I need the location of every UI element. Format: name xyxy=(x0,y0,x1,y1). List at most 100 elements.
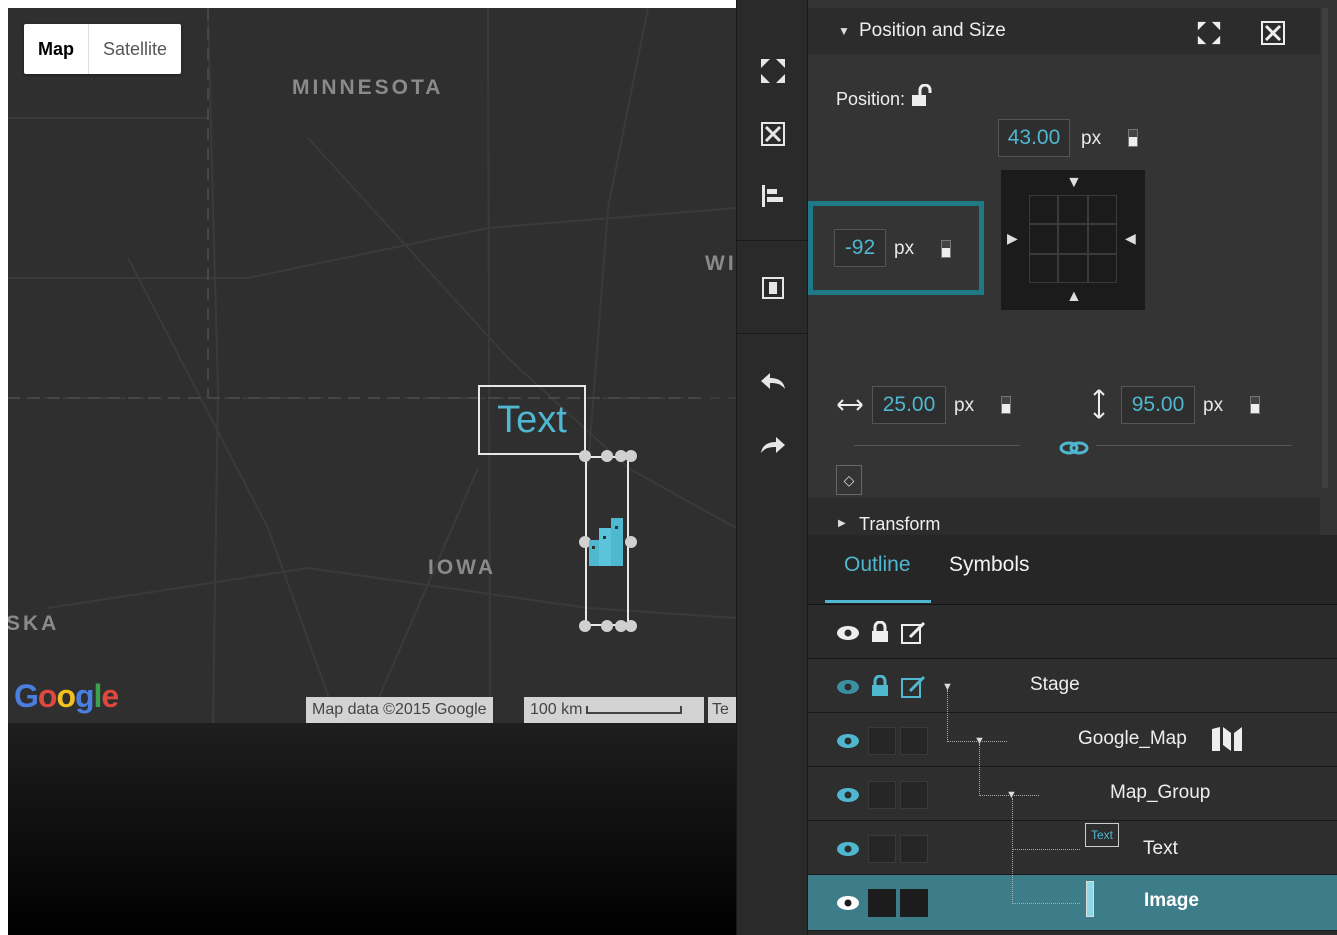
map-type-satellite-button[interactable]: Satellite xyxy=(89,24,181,74)
lock-toggle[interactable] xyxy=(868,781,896,809)
lock-toggle[interactable] xyxy=(868,727,896,755)
map-symbol-icon xyxy=(1212,727,1242,751)
edit-toggle[interactable] xyxy=(900,889,928,917)
section-title: Position and Size xyxy=(859,20,1006,41)
outline-row-text[interactable]: Text Text xyxy=(808,821,1337,875)
fit-to-stage-icon[interactable] xyxy=(757,55,789,87)
eye-icon[interactable] xyxy=(836,841,860,857)
resize-handle-br[interactable] xyxy=(625,620,637,632)
tree-connector xyxy=(947,741,1007,742)
height-unit-toggle[interactable] xyxy=(1250,396,1260,414)
top-unit-label[interactable]: px xyxy=(1081,128,1101,150)
transform-section-header[interactable]: ▶ Transform xyxy=(808,498,1320,535)
top-position-field[interactable]: 43.00 xyxy=(998,119,1070,157)
resize-handle-tr[interactable] xyxy=(625,450,637,462)
collapse-triangle-icon[interactable]: ▼ xyxy=(838,24,850,38)
tree-connector xyxy=(979,744,980,796)
outline-item-label: Google_Map xyxy=(1078,728,1187,749)
tree-connector xyxy=(947,690,948,742)
distribute-icon[interactable] xyxy=(757,272,789,304)
edit-icon[interactable] xyxy=(900,621,926,645)
outline-row-stage[interactable]: ▼ Stage xyxy=(808,659,1337,713)
top-unit-toggle[interactable] xyxy=(1128,129,1138,147)
active-tab-indicator xyxy=(825,600,931,603)
stepper-icon[interactable]: ◇ xyxy=(836,465,862,495)
position-pad[interactable]: ▼ ▲ ▶ ◀ xyxy=(1001,170,1145,310)
properties-scrollbar[interactable] xyxy=(1322,8,1328,488)
width-unit-label[interactable]: px xyxy=(954,395,974,417)
outline-row-map-group[interactable]: ▼ Map_Group xyxy=(808,767,1337,821)
outline-item-label: Stage xyxy=(1030,674,1080,695)
tab-outline[interactable]: Outline xyxy=(844,553,911,577)
pad-right-arrow-icon[interactable]: ◀ xyxy=(1125,230,1136,247)
resize-handle-bl[interactable] xyxy=(579,620,591,632)
edit-toggle[interactable] xyxy=(900,781,928,809)
state-label-wisconsin-partial: WI xyxy=(705,252,736,275)
tree-connector xyxy=(979,795,1039,796)
align-left-icon[interactable] xyxy=(757,180,789,212)
unlock-icon[interactable] xyxy=(910,83,934,108)
pad-grid[interactable] xyxy=(1029,195,1117,283)
eye-icon[interactable] xyxy=(836,625,860,641)
eye-icon[interactable] xyxy=(836,895,860,911)
tree-connector xyxy=(1012,849,1080,850)
text-element-on-stage[interactable]: Text xyxy=(478,385,586,455)
link-line-right xyxy=(1096,436,1292,446)
transform-title: Transform xyxy=(859,514,941,534)
state-label-minnesota: MINNESOTA xyxy=(292,76,444,99)
lock-toggle[interactable] xyxy=(868,889,896,917)
state-label-nebraska-partial: SKA xyxy=(8,612,60,635)
tree-connector xyxy=(1012,798,1013,904)
pad-left-arrow-icon[interactable]: ▶ xyxy=(1007,230,1018,247)
pad-top-arrow-icon[interactable]: ▼ xyxy=(1066,174,1082,192)
lock-icon[interactable] xyxy=(870,621,890,643)
resize-handle-t1[interactable] xyxy=(601,450,613,462)
state-label-iowa: IOWA xyxy=(428,556,496,579)
eye-icon[interactable] xyxy=(836,679,860,695)
tree-connector xyxy=(1012,903,1080,904)
expand-box-icon[interactable] xyxy=(757,118,789,150)
height-arrow-icon xyxy=(1093,389,1105,419)
tool-separator xyxy=(737,333,809,334)
left-unit-label[interactable]: px xyxy=(894,238,914,260)
left-position-field[interactable]: -92 xyxy=(834,229,886,267)
left-unit-toggle[interactable] xyxy=(941,240,951,258)
outline-row-google-map[interactable]: ▼ Google_Map xyxy=(808,713,1337,767)
lock-icon[interactable] xyxy=(870,675,890,697)
redo-icon[interactable] xyxy=(757,430,789,462)
eye-icon[interactable] xyxy=(836,787,860,803)
edit-icon[interactable] xyxy=(900,675,926,699)
stage-background xyxy=(8,723,736,935)
building-image-icon xyxy=(589,518,623,566)
outline-tabs: Outline Symbols xyxy=(808,535,1337,605)
expand-triangle-icon[interactable]: ▶ xyxy=(838,518,846,529)
resize-handle-b1[interactable] xyxy=(601,620,613,632)
tab-symbols[interactable]: Symbols xyxy=(949,553,1030,577)
map-scale: 100 km xyxy=(524,697,704,723)
edit-toggle[interactable] xyxy=(900,835,928,863)
resize-handle-tl[interactable] xyxy=(579,450,591,462)
width-field[interactable]: 25.00 xyxy=(872,386,946,424)
map-attribution[interactable]: Map data ©2015 Google xyxy=(306,697,493,723)
expand-box-icon[interactable] xyxy=(1260,20,1286,51)
pad-bottom-arrow-icon[interactable]: ▲ xyxy=(1066,288,1082,306)
link-line-left xyxy=(854,436,1020,446)
lock-toggle[interactable] xyxy=(868,835,896,863)
outline-item-label: Map_Group xyxy=(1110,782,1211,803)
eye-icon[interactable] xyxy=(836,733,860,749)
position-size-section-header[interactable]: ▼ Position and Size xyxy=(808,8,1320,54)
fit-size-icon[interactable] xyxy=(1196,20,1222,51)
height-unit-label[interactable]: px xyxy=(1203,395,1223,417)
scale-bar xyxy=(586,705,683,714)
map-type-map-button[interactable]: Map xyxy=(24,24,89,74)
link-aspect-icon[interactable] xyxy=(1059,440,1089,456)
tool-strip xyxy=(736,0,809,935)
undo-icon[interactable] xyxy=(757,366,789,398)
map-canvas[interactable]: Map Satellite MINNESOTA IOWA SKA WI Goog… xyxy=(8,8,736,723)
google-logo: Google xyxy=(14,678,119,714)
width-unit-toggle[interactable] xyxy=(1001,396,1011,414)
tool-separator xyxy=(737,240,809,241)
map-terms-link[interactable]: Te xyxy=(708,697,736,723)
edit-toggle[interactable] xyxy=(900,727,928,755)
height-field[interactable]: 95.00 xyxy=(1121,386,1195,424)
